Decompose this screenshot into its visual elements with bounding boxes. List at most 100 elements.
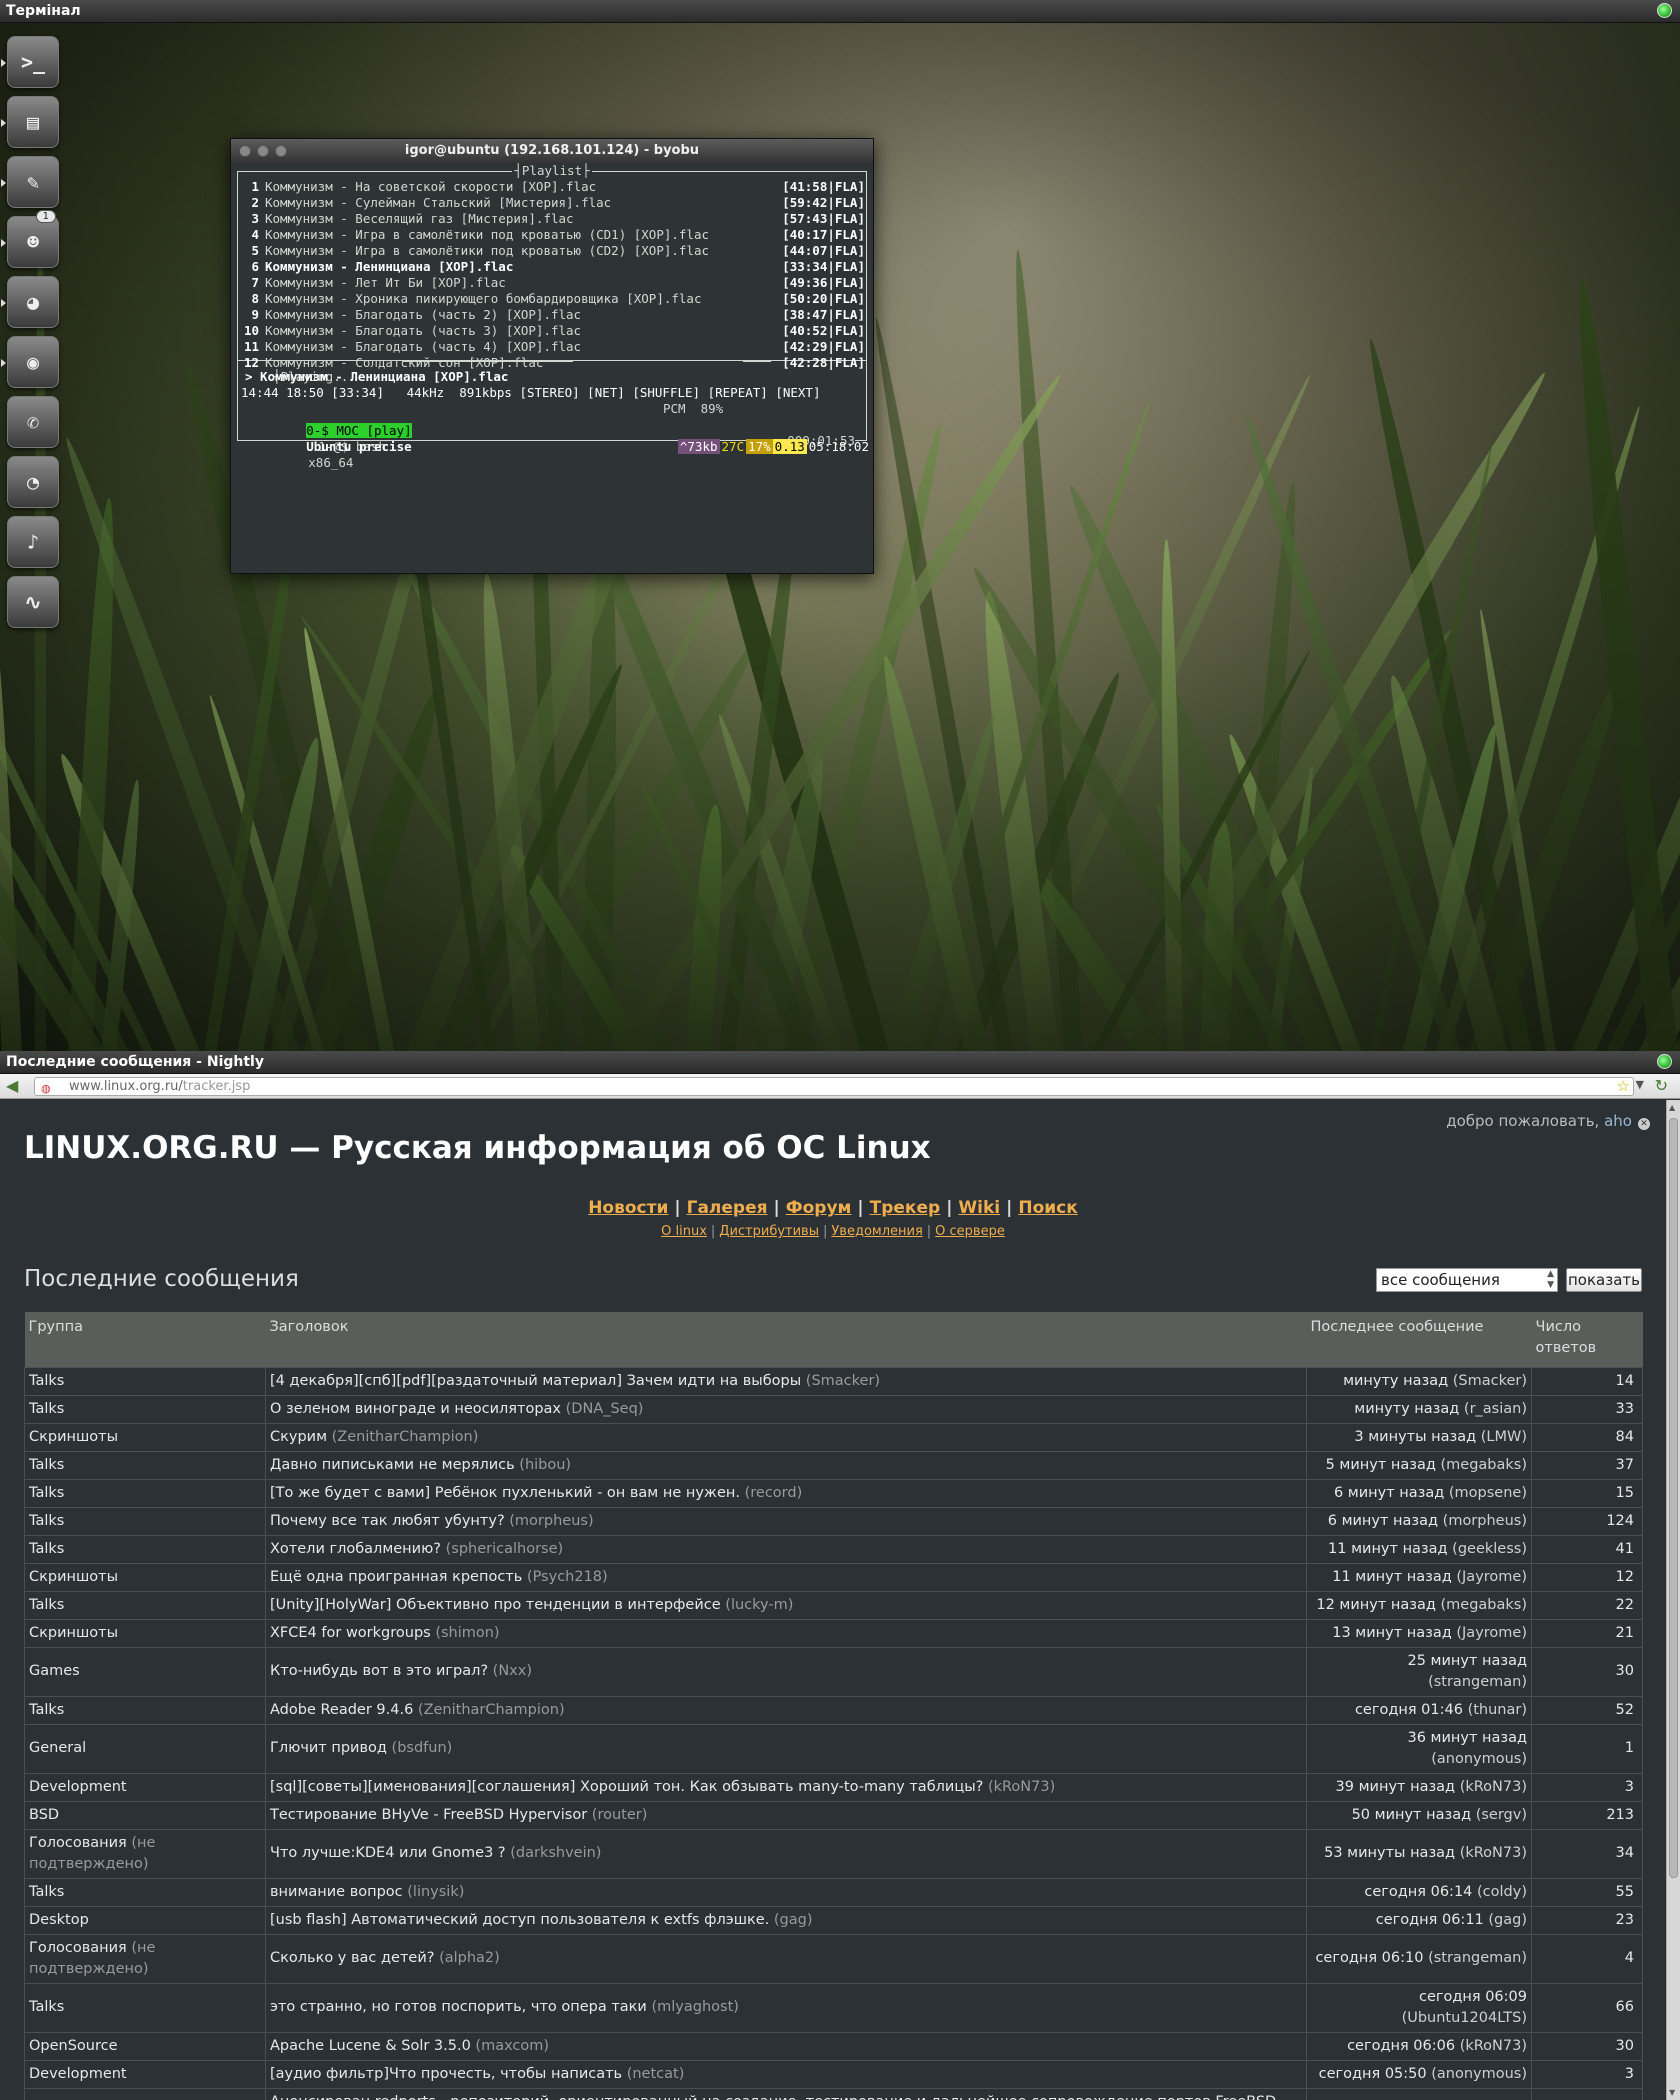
topic-link[interactable]: Анонсирован redports - репозиторий, орие… — [270, 2094, 1276, 2100]
site-title[interactable]: LINUX.ORG.RU — Русская информация об ОС … — [24, 1130, 931, 1166]
nav-link[interactable]: Уведомления — [831, 1224, 922, 1239]
group-link[interactable]: Development — [29, 2066, 127, 2082]
group-link[interactable]: OpenSource — [29, 2038, 118, 2054]
playlist-item[interactable]: 7 Коммунизм - Лет Ит Би [XOP].flac [49:36|… — [239, 275, 865, 291]
group-link[interactable]: BSD — [29, 1807, 59, 1823]
last-message-link[interactable]: сегодня 05:50 — [1319, 2066, 1427, 2082]
table-row[interactable]: Desktop [usb flash] Автоматический доступ… — [24, 1905, 1643, 1935]
maximize-icon[interactable] — [275, 145, 287, 157]
nav-link[interactable]: Дистрибутивы — [719, 1224, 819, 1239]
terminal-titlebar[interactable]: igor@ubuntu (192.168.101.124) - byobu — [231, 139, 873, 163]
last-message-link[interactable]: 11 минут назад — [1328, 1541, 1448, 1557]
table-row[interactable]: Games Кто-нибудь вот в это играл? (Nxx) 25… — [24, 1646, 1643, 1697]
filter-select[interactable]: все сообщения ▲ ▼ — [1376, 1268, 1558, 1292]
dock-item-7[interactable]: ◔ — [7, 456, 59, 508]
group-link[interactable]: Скриншоты — [29, 1625, 118, 1641]
topic-link[interactable]: внимание вопрос — [270, 1884, 403, 1900]
minimize-icon[interactable] — [257, 145, 269, 157]
table-row[interactable]: Talks Хотели глобалмению? (sphericalhorse… — [24, 1534, 1643, 1564]
dock-item-3[interactable]: ☻ 1 — [1, 210, 59, 268]
last-message-link[interactable]: сегодня 06:14 — [1364, 1884, 1472, 1900]
nav-link[interactable]: Галерея — [687, 1198, 768, 1218]
nav-link[interactable]: О linux — [661, 1224, 707, 1239]
topic-link[interactable]: Ещё одна проигранная крепость — [270, 1569, 522, 1585]
last-message-link[interactable]: 6 минут назад — [1328, 1513, 1438, 1529]
table-row[interactable]: BSD Анонсирован redports - репозиторий, о… — [24, 2087, 1643, 2100]
table-row[interactable]: Talks [4 декабря][спб][pdf][раздаточный м… — [24, 1366, 1643, 1396]
last-message-link[interactable]: сегодня 06:10 — [1315, 1950, 1423, 1966]
topic-link[interactable]: это странно, но готов поспорить, что опе… — [270, 1999, 647, 2015]
topic-link[interactable]: Скурим — [270, 1429, 327, 1445]
nav-link[interactable]: О сервере — [935, 1224, 1005, 1239]
scroll-down-icon[interactable]: ▼ — [1669, 2088, 1675, 2097]
group-link[interactable]: Голосования — [29, 1835, 127, 1851]
browser-titlebar[interactable]: Последние сообщения - Nightly — [0, 1051, 1680, 1074]
playlist-item[interactable]: 1 Коммунизм - На советской скорости [XOP]… — [239, 179, 865, 195]
table-row[interactable]: Talks внимание вопрос (linysik) сегодня 06… — [24, 1877, 1643, 1907]
playlist-item[interactable]: 6 Коммунизм - Ленинциана [XOP].flac [33:34… — [239, 259, 865, 275]
table-row[interactable]: Talks Почему все так любят убунту? (morph… — [24, 1506, 1643, 1536]
group-link[interactable]: Talks — [29, 1702, 64, 1718]
group-link[interactable]: Talks — [29, 1884, 64, 1900]
table-row[interactable]: BSD Тестирование BHyVe - FreeBSD Hypervis… — [24, 1800, 1643, 1830]
table-row[interactable]: Development [аудио фильтр]Что прочесть, ч… — [24, 2059, 1643, 2089]
page-scrollbar[interactable]: ▲ ▼ — [1666, 1100, 1680, 2100]
status-indicator-icon[interactable] — [1657, 3, 1672, 18]
table-row[interactable]: OpenSource Apache Lucene & Solr 3.5.0 (ma… — [24, 2031, 1643, 2061]
last-message-link[interactable]: сегодня 06:06 — [1347, 2038, 1455, 2054]
group-link[interactable]: Talks — [29, 1457, 64, 1473]
topic-link[interactable]: Adobe Reader 9.4.6 — [270, 1702, 413, 1718]
table-row[interactable]: Скриншоты XFCE4 for workgroups (shimon) 13… — [24, 1618, 1643, 1648]
scrollbar-thumb[interactable] — [1669, 1118, 1678, 1878]
bookmark-star-icon[interactable]: ☆ — [1617, 1077, 1630, 1095]
scroll-up-icon[interactable]: ▲ — [1669, 1103, 1675, 1112]
topic-link[interactable]: Глючит привод — [270, 1740, 387, 1756]
last-message-link[interactable]: минуту назад — [1343, 1373, 1448, 1389]
table-row[interactable]: Голосования (не подтверждено) Сколько у в… — [24, 1933, 1643, 1984]
terminal-window[interactable]: igor@ubuntu (192.168.101.124) - byobu ┤P… — [230, 138, 874, 574]
nav-link[interactable]: Новости — [588, 1198, 668, 1218]
topic-link[interactable]: [То же будет с вами] Ребёнок пухленький … — [270, 1485, 740, 1501]
group-link[interactable]: Скриншоты — [29, 1569, 118, 1585]
dock-item-2[interactable]: ✎ — [1, 156, 59, 208]
table-row[interactable]: Talks О зеленом винограде и неосиляторах … — [24, 1394, 1643, 1424]
playlist-item[interactable]: 3 Коммунизм - Веселящий газ [Мистерия].fl… — [239, 211, 865, 227]
user-link[interactable]: aho — [1604, 1112, 1632, 1130]
topic-link[interactable]: Тестирование BHyVe - FreeBSD Hypervisor — [270, 1807, 587, 1823]
last-message-link[interactable]: сегодня 06:09 — [1419, 1989, 1527, 2005]
table-row[interactable]: General Глючит привод (bsdfun) 36 минут на… — [24, 1723, 1643, 1774]
url-field[interactable]: ◍ www.linux.org.ru/tracker.jsp — [34, 1077, 1634, 1096]
table-row[interactable]: Development [sql][советы][именования][сог… — [24, 1772, 1643, 1802]
group-link[interactable]: Скриншоты — [29, 1429, 118, 1445]
table-row[interactable]: Голосования (не подтверждено) Что лучше:K… — [24, 1828, 1643, 1879]
logout-icon[interactable]: ✕ — [1638, 1118, 1650, 1130]
playlist-item[interactable]: 4 Коммунизм - Игра в самолётики под крова… — [239, 227, 865, 243]
dropdown-arrow-icon[interactable]: ▼ — [1636, 1078, 1644, 1091]
close-icon[interactable] — [239, 145, 251, 157]
dock-item-9[interactable]: ∿ — [7, 576, 59, 628]
group-link[interactable]: Talks — [29, 1485, 64, 1501]
status-indicator-icon[interactable] — [1657, 1054, 1672, 1069]
nav-link[interactable]: Форум — [786, 1198, 852, 1218]
last-message-link[interactable]: сегодня 06:11 — [1376, 1912, 1484, 1928]
last-message-link[interactable]: 5 минут назад — [1326, 1457, 1436, 1473]
group-link[interactable]: Games — [29, 1663, 80, 1679]
show-button[interactable]: показать — [1566, 1268, 1642, 1292]
topic-link[interactable]: О зеленом винограде и неосиляторах — [270, 1401, 561, 1417]
group-link[interactable]: Talks — [29, 1541, 64, 1557]
dock-item-5[interactable]: ◉ — [1, 336, 59, 388]
topic-link[interactable]: [аудио фильтр]Что прочесть, чтобы написа… — [270, 2066, 622, 2082]
dock-item-0[interactable]: >_ — [1, 36, 59, 88]
last-message-link[interactable]: 25 минут назад — [1407, 1653, 1527, 1669]
playlist-item[interactable]: 8 Коммунизм - Хроника пикирующего бомбард… — [239, 291, 865, 307]
playlist-item[interactable]: 9 Коммунизм - Благодать (часть 2) [XOP].f… — [239, 307, 865, 323]
topic-link[interactable]: XFCE4 for workgroups — [270, 1625, 431, 1641]
last-message-link[interactable]: 6 минут назад — [1334, 1485, 1444, 1501]
dock-item-8[interactable]: ♪ — [7, 516, 59, 568]
playlist-item[interactable]: 2 Коммунизм - Сулейман Стальский [Мистери… — [239, 195, 865, 211]
table-row[interactable]: Talks это странно, но готов поспорить, чт… — [24, 1982, 1643, 2033]
nav-link[interactable]: Трекер — [870, 1198, 941, 1218]
group-link[interactable]: Talks — [29, 1373, 64, 1389]
group-link[interactable]: Голосования — [29, 1940, 127, 1956]
topic-link[interactable]: Что лучше:KDE4 или Gnome3 ? — [270, 1845, 506, 1861]
